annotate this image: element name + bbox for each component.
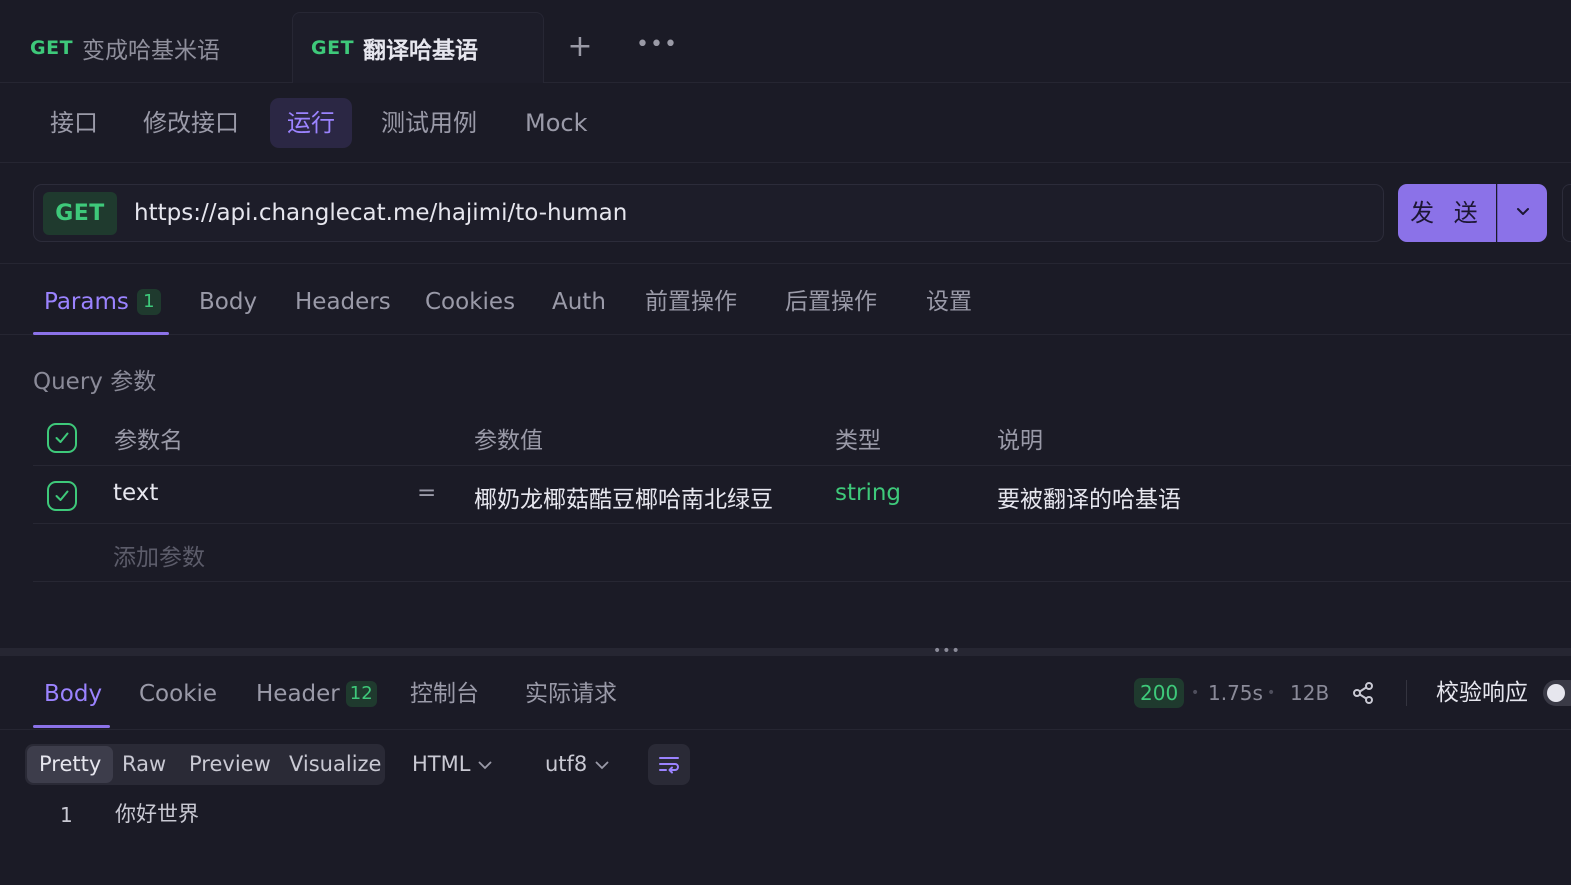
- response-size: 12B: [1290, 681, 1330, 705]
- chevron-down-icon: [479, 761, 492, 770]
- method-get-label: GET: [311, 37, 355, 59]
- add-param-row: 添加参数: [33, 524, 1571, 582]
- tab-pre-processors[interactable]: 前置操作: [645, 264, 737, 336]
- encoding-value: utf8: [545, 752, 588, 776]
- line-number: 1: [60, 803, 73, 827]
- encoding-dropdown[interactable]: utf8: [545, 744, 609, 785]
- column-header-name: 参数名: [114, 428, 183, 454]
- more-tabs-ellipsis-icon[interactable]: •••: [636, 30, 677, 64]
- tab-response-cookie[interactable]: Cookie: [139, 656, 217, 730]
- response-time: 1.75s: [1208, 681, 1263, 705]
- param-description-input[interactable]: 要被翻译的哈基语: [997, 480, 1181, 514]
- divider: [1406, 680, 1407, 706]
- format-preview-button[interactable]: Preview: [177, 746, 283, 783]
- format-pretty-button[interactable]: Pretty: [27, 746, 114, 783]
- share-icon[interactable]: [1350, 680, 1376, 706]
- tab-response-header-label: Header: [256, 681, 340, 707]
- tab-cookies[interactable]: Cookies: [425, 264, 515, 336]
- doc-tab-2-active[interactable]: GET 翻译哈基语: [292, 12, 544, 83]
- format-visualize-button[interactable]: Visualize: [277, 746, 393, 783]
- method-get-label: GET: [30, 36, 74, 59]
- tab-interface[interactable]: 接口: [33, 98, 115, 148]
- save-button-edge[interactable]: [1562, 184, 1571, 242]
- mode-tab-bar: 接口 修改接口 运行 测试用例 Mock: [0, 83, 1571, 163]
- format-raw-button[interactable]: Raw: [110, 746, 178, 783]
- method-selector[interactable]: GET: [43, 192, 117, 235]
- format-mode-segmented-control: Pretty Raw Preview Visualize: [25, 744, 385, 785]
- tab-headers[interactable]: Headers: [295, 264, 391, 336]
- tab-response-body[interactable]: Body: [44, 656, 102, 730]
- param-enabled-checkbox[interactable]: [47, 481, 77, 511]
- validate-response-toggle[interactable]: [1543, 680, 1571, 706]
- column-header-type: 类型: [835, 428, 881, 454]
- column-header-description: 说明: [997, 428, 1043, 454]
- checkmark-icon: [55, 432, 69, 443]
- response-body-line: 你好世界: [115, 802, 199, 826]
- add-tab-plus-icon[interactable]: +: [566, 30, 594, 64]
- send-options-dropdown[interactable]: [1497, 184, 1547, 242]
- tab-auth[interactable]: Auth: [552, 264, 606, 336]
- request-tab-bar: Params 1 Body Headers Cookies Auth 前置操作 后…: [0, 263, 1571, 335]
- select-all-checkbox[interactable]: [47, 423, 77, 453]
- doc-tab-title: 变成哈基米语: [82, 37, 221, 64]
- checkmark-icon: [55, 490, 69, 501]
- send-button[interactable]: 发 送: [1398, 184, 1496, 242]
- params-count-badge: 1: [136, 289, 161, 315]
- param-value-input[interactable]: 椰奶龙椰菇酷豆椰哈南北绿豆: [474, 480, 792, 514]
- document-tab-bar: GET 变成哈基米语 GET 翻译哈基语 + •••: [0, 0, 1571, 83]
- equals-sign: =: [417, 480, 437, 506]
- url-input[interactable]: https://api.changlecat.me/hajimi/to-huma…: [134, 185, 627, 241]
- tab-actual-request[interactable]: 实际请求: [525, 656, 617, 730]
- query-params-title: Query 参数: [33, 369, 157, 395]
- meta-separator: •: [1267, 685, 1276, 701]
- chevron-down-icon: [1517, 208, 1529, 215]
- active-tab-indicator: [33, 332, 169, 335]
- panel-splitter[interactable]: [0, 648, 1571, 656]
- table-row: text = 椰奶龙椰菇酷豆椰哈南北绿豆 string 要被翻译的哈基语: [33, 466, 1571, 524]
- add-param-input[interactable]: 添加参数: [113, 538, 205, 572]
- doc-tab-title: 翻译哈基语: [363, 38, 479, 64]
- meta-separator: •: [1191, 685, 1200, 701]
- status-badge: 200: [1134, 678, 1185, 708]
- content-type-value: HTML: [412, 752, 471, 776]
- word-wrap-button[interactable]: [648, 744, 690, 785]
- chevron-down-icon: [595, 761, 609, 770]
- doc-tab-1[interactable]: GET 变成哈基米语: [0, 12, 290, 83]
- param-name-input[interactable]: text: [113, 480, 158, 506]
- tab-console[interactable]: 控制台: [410, 656, 479, 730]
- tab-params[interactable]: Params 1: [44, 264, 161, 336]
- tab-settings[interactable]: 设置: [926, 264, 972, 336]
- header-count-badge: 12: [345, 681, 377, 707]
- content-type-dropdown[interactable]: HTML: [412, 744, 492, 785]
- response-tab-bar: Body Cookie Header 12 控制台 实际请求: [0, 656, 1571, 730]
- tab-body[interactable]: Body: [199, 264, 257, 336]
- word-wrap-icon: [659, 757, 679, 774]
- column-header-value: 参数值: [474, 428, 543, 454]
- params-header-row: 参数名 参数值 类型 说明: [33, 408, 1571, 466]
- validate-response-label: 校验响应: [1436, 680, 1528, 706]
- tab-params-label: Params: [44, 289, 129, 315]
- tab-post-processors[interactable]: 后置操作: [785, 264, 877, 336]
- tab-mock[interactable]: Mock: [508, 98, 604, 148]
- param-type-select[interactable]: string: [835, 480, 901, 506]
- url-bar[interactable]: GET https://api.changlecat.me/hajimi/to-…: [33, 184, 1384, 242]
- tab-test-cases[interactable]: 测试用例: [364, 98, 494, 148]
- tab-edit-interface[interactable]: 修改接口: [126, 98, 256, 148]
- tab-response-header[interactable]: Header 12: [256, 656, 377, 730]
- tab-run[interactable]: 运行: [270, 98, 352, 148]
- active-tab-indicator: [33, 725, 110, 728]
